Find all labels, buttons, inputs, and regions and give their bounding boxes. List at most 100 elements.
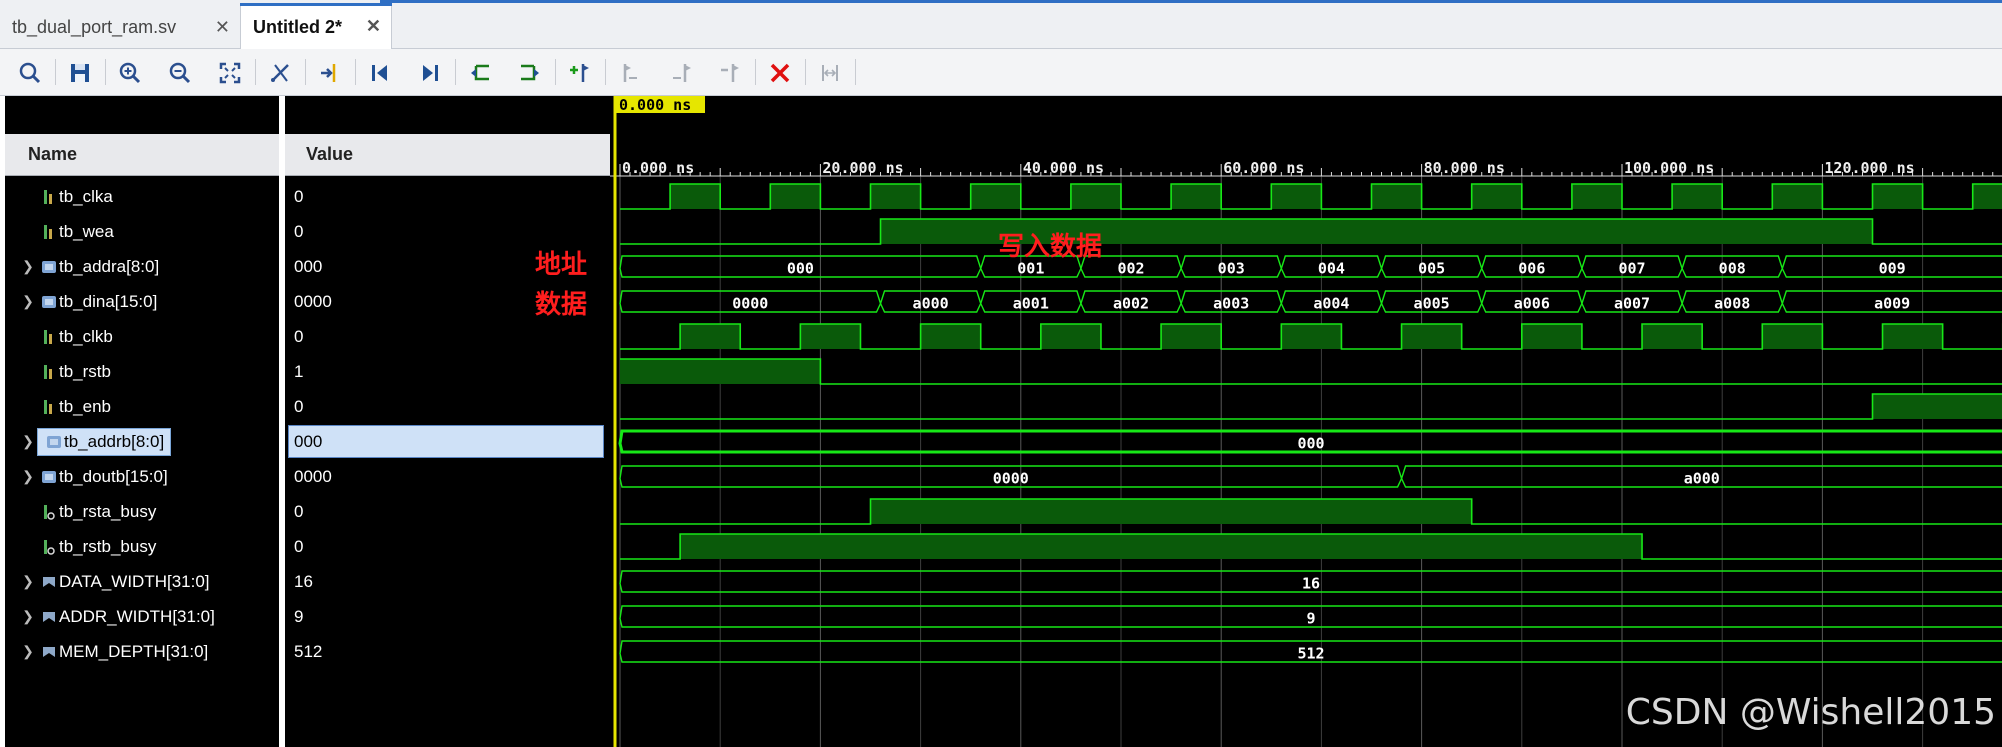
signal-name: tb_clka [59, 186, 113, 206]
signal-value: 0 [294, 396, 304, 416]
chevron-right-icon[interactable]: ❯ [19, 293, 37, 310]
close-icon[interactable]: ✕ [215, 18, 230, 36]
previous-marker-button[interactable] [605, 49, 655, 96]
signal-value: 000 [294, 256, 323, 276]
waveform-viewer[interactable]: 0.000 ns 20.000 ns 40.000 ns 60.000 ns 80.00… [610, 96, 2002, 747]
editor-tab-bar: tb_dual_port_ram.sv ✕ Untitled 2* ✕ [0, 0, 2002, 50]
bus-value-label: 003 [1218, 260, 1245, 278]
delete-button[interactable] [755, 49, 805, 96]
signal-name: tb_addrb[8:0] [64, 431, 165, 451]
bus-value-label: 009 [1879, 260, 1906, 278]
next-transition-button[interactable] [505, 49, 555, 96]
waveform-tb-addrb: 000 [618, 429, 2002, 454]
add-marker-button[interactable] [555, 49, 605, 96]
signal-value: 0000 [294, 291, 332, 311]
bus-value-label: 000 [1297, 435, 1324, 453]
chevron-right-icon[interactable]: ❯ [19, 643, 37, 660]
signal-value-pane: Value 0 0 000 0000 0 1 0 000 0000 0 0 16 9 512 [285, 96, 610, 747]
bus-value-label: a002 [1113, 295, 1149, 313]
tab-tb-dual-port-ram[interactable]: tb_dual_port_ram.sv ✕ [0, 6, 240, 49]
bus-signal-icon [41, 293, 56, 311]
remove-marker-button[interactable] [705, 49, 755, 96]
bus-value-label: 0000 [993, 470, 1029, 488]
chevron-right-icon[interactable]: ❯ [19, 468, 37, 485]
logic-high-fill [1161, 324, 1222, 349]
signal-value-row[interactable]: 16 [285, 564, 610, 599]
address-annotation: 地址 [535, 250, 588, 280]
selected-signal[interactable]: tb_addrb[8:0] [37, 427, 172, 456]
signal-value-row[interactable]: 0 [285, 179, 610, 214]
swap-cursor-button[interactable] [255, 49, 305, 96]
signal-value-row[interactable]: 0 [285, 529, 610, 564]
signal-value-row[interactable]: 9 [285, 599, 610, 634]
signal-value-row[interactable]: 1 [285, 354, 610, 389]
signal-name-row[interactable]: ❯ tb_addra[8:0] [5, 249, 279, 284]
bus-value-label: a003 [1213, 295, 1249, 313]
waveform-tb-clka [620, 183, 2002, 210]
bus-signal-icon [46, 433, 61, 451]
waveform-tb-rsta-busy [620, 498, 2002, 525]
signal-name-row[interactable]: tb_clkb [5, 319, 279, 354]
signal-value-row[interactable]: 512 [285, 634, 610, 669]
go-to-cursor-button[interactable] [305, 49, 355, 96]
logic-high-fill [1872, 394, 2002, 419]
signal-value-row[interactable]: 0 [285, 494, 610, 529]
signal-value-row[interactable]: 0 [285, 319, 610, 354]
signal-name-row[interactable]: ❯ tb_doutb[15:0] [5, 459, 279, 494]
signal-name-row[interactable]: tb_wea [5, 214, 279, 249]
logic-trace [620, 393, 2002, 420]
signal-name-row[interactable]: ❯ MEM_DEPTH[31:0] [5, 634, 279, 669]
zoom-in-button[interactable] [105, 49, 155, 96]
logic-high-fill [1471, 184, 1522, 209]
signal-name-row[interactable]: tb_clka [5, 179, 279, 214]
logic-high-fill [1521, 324, 1582, 349]
signal-value: 0 [294, 536, 304, 556]
signal-name-row[interactable]: ❯ DATA_WIDTH[31:0] [5, 564, 279, 599]
signal-value: 512 [294, 641, 323, 661]
go-to-end-button[interactable] [405, 49, 455, 96]
chevron-right-icon[interactable]: ❯ [19, 608, 37, 625]
logic-high-fill [1762, 324, 1823, 349]
signal-value-row[interactable]: 000 [285, 424, 610, 459]
zoom-fit-button[interactable] [205, 49, 255, 96]
signal-name-row[interactable]: tb_enb [5, 389, 279, 424]
value-column-header[interactable]: Value [285, 134, 610, 176]
signal-value: 0 [294, 326, 304, 346]
signal-name-row[interactable]: tb_rsta_busy [5, 494, 279, 529]
tab-bar-accent-line [380, 0, 2002, 3]
chevron-right-icon[interactable]: ❯ [19, 258, 37, 275]
save-button[interactable] [55, 49, 105, 96]
waveform-tb-clkb [620, 323, 2002, 350]
signal-name-row[interactable]: ❯ ADDR_WIDTH[31:0] [5, 599, 279, 634]
bus-value-label: 512 [1297, 645, 1324, 663]
chevron-right-icon[interactable]: ❯ [19, 573, 37, 590]
signal-name-row[interactable]: ❯ tb_addrb[8:0] [5, 424, 279, 459]
signal-name-row[interactable]: tb_rstb [5, 354, 279, 389]
logic-high-fill [870, 499, 1472, 524]
logic-high-fill [870, 184, 921, 209]
previous-marker-icon [623, 63, 637, 82]
time-ruler-label: 100.000 ns [1624, 159, 1714, 177]
signal-value-row[interactable]: 0 [285, 389, 610, 424]
name-column-header[interactable]: Name [5, 134, 279, 176]
snap-button[interactable] [805, 49, 855, 96]
value-column-label: Value [306, 144, 354, 164]
signal-name: tb_clkb [59, 326, 113, 346]
previous-transition-button[interactable] [455, 49, 505, 96]
selected-value[interactable]: 000 [288, 425, 604, 458]
chevron-right-icon[interactable]: ❯ [19, 433, 37, 450]
bus-value-label: a000 [913, 295, 949, 313]
bus-value-label: a007 [1614, 295, 1650, 313]
go-to-start-button[interactable] [355, 49, 405, 96]
close-icon[interactable]: ✕ [366, 17, 381, 35]
zoom-out-button[interactable] [155, 49, 205, 96]
waveform-canvas[interactable]: 0.000 ns 20.000 ns 40.000 ns 60.000 ns 80.00… [610, 96, 2002, 747]
logic-high-fill [770, 184, 821, 209]
bus-value-label: a004 [1313, 295, 1349, 313]
next-marker-button[interactable] [655, 49, 705, 96]
signal-name-row[interactable]: ❯ tb_dina[15:0] [5, 284, 279, 319]
search-button[interactable] [5, 49, 55, 96]
tab-untitled-2[interactable]: Untitled 2* ✕ [240, 3, 392, 50]
signal-name-row[interactable]: tb_rstb_busy [5, 529, 279, 564]
signal-value-row[interactable]: 0000 [285, 459, 610, 494]
